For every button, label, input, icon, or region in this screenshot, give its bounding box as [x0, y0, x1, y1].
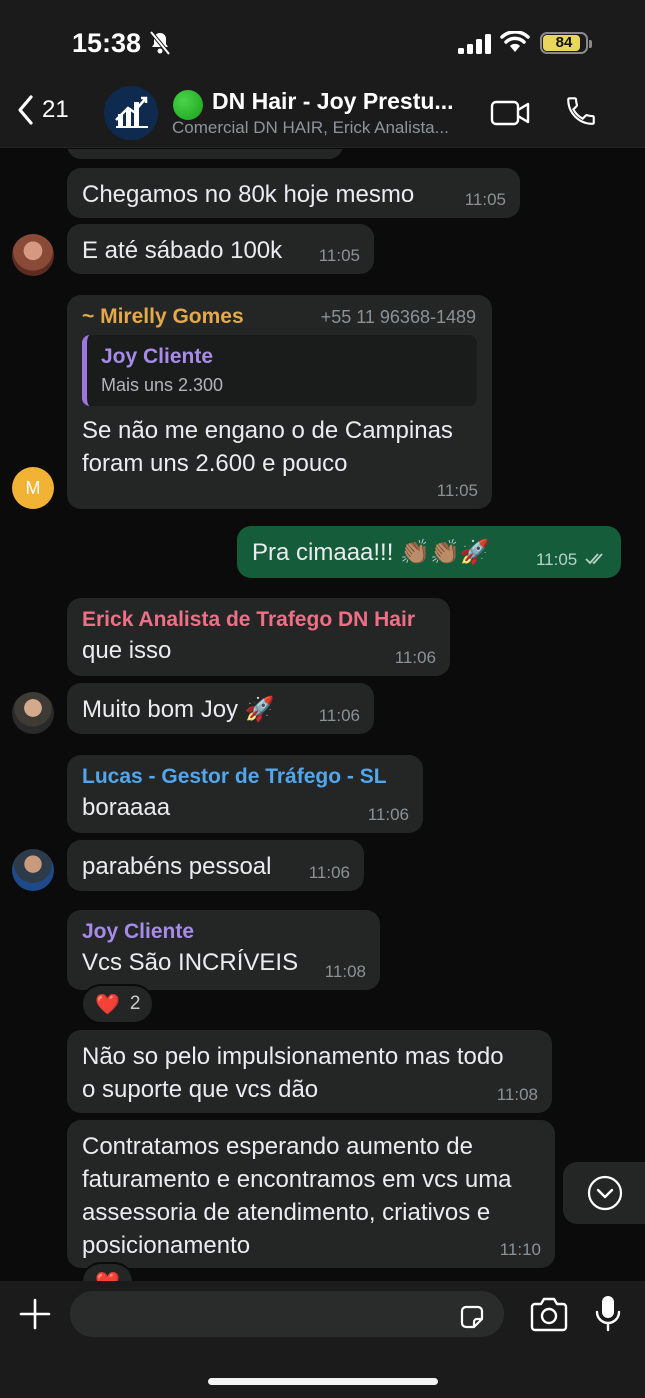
message-time: 11:06 — [394, 648, 436, 667]
group-avatar[interactable] — [104, 86, 158, 140]
chevron-down-icon — [587, 1175, 623, 1211]
quoted-text: Mais uns 2.300 — [101, 375, 224, 395]
video-icon[interactable] — [490, 98, 530, 128]
sticker-icon[interactable] — [458, 1303, 486, 1331]
message-text-line: foram uns 2.600 e pouco — [82, 450, 348, 477]
message-text-line: Se não me engano o de Campinas — [82, 417, 453, 444]
quoted-sender: Joy Cliente — [101, 345, 214, 368]
message-text: Vcs São INCRÍVEIS — [82, 949, 299, 976]
phone-icon[interactable] — [564, 94, 598, 128]
message-list[interactable]: Chegamos no 80k hoje mesmo 11:05 E até s… — [0, 149, 645, 1281]
battery-indicator: 84 — [540, 32, 592, 54]
message-bubble[interactable]: Muito bom Joy 🚀 11:06 — [67, 683, 374, 734]
message-time: 11:05 — [535, 550, 578, 569]
message-bubble[interactable]: Erick Analista de Trafego DN Hair que is… — [67, 598, 450, 676]
signal-icon — [458, 34, 491, 54]
camera-icon[interactable] — [528, 1297, 570, 1333]
message-input[interactable] — [70, 1291, 504, 1337]
message-bubble[interactable]: Contratamos esperando aumento de faturam… — [67, 1120, 555, 1268]
composer-bar — [0, 1281, 645, 1398]
message-time: 11:06 — [367, 805, 409, 824]
sender-phone: +55 11 96368-1489 — [320, 307, 476, 327]
back-button[interactable]: 21 — [16, 94, 69, 126]
status-time: 15:38 — [72, 28, 142, 58]
message-bubble[interactable]: Joy Cliente Vcs São INCRÍVEIS 11:08 — [67, 910, 380, 990]
message-text: Muito bom Joy 🚀 — [82, 696, 275, 723]
message-time: 11:06 — [318, 706, 360, 725]
message-time: 11:10 — [499, 1240, 541, 1259]
chevron-left-icon — [18, 95, 33, 125]
message-bubble[interactable]: E até sábado 100k 11:05 — [67, 224, 374, 274]
avatar[interactable]: M — [12, 467, 54, 509]
double-check-icon — [585, 553, 603, 565]
message-time: 11:08 — [324, 962, 366, 981]
green-circle-emoji — [173, 90, 203, 120]
avatar[interactable] — [12, 692, 54, 734]
message-time: 11:06 — [308, 863, 350, 882]
message-text-line: Não so pelo impulsionamento mas todo — [82, 1043, 504, 1070]
microphone-icon[interactable] — [594, 1294, 622, 1334]
bell-slash-icon — [149, 30, 171, 56]
sender-name[interactable]: Lucas - Gestor de Tráfego - SL — [82, 765, 408, 789]
message-bubble[interactable] — [67, 149, 343, 159]
message-bubble[interactable]: parabéns pessoal 11:06 — [67, 840, 364, 891]
message-text-line: assessoria de atendimento, criativos e — [82, 1199, 491, 1226]
heart-emoji: ❤️ — [95, 1270, 120, 1282]
chat-header: 21 DN Hair - Joy Prestu... Comercial DN … — [0, 80, 645, 148]
message-meta: 11:05 — [536, 550, 607, 570]
message-bubble[interactable]: Não so pelo impulsionamento mas todo o s… — [67, 1030, 552, 1113]
chat-title[interactable]: DN Hair - Joy Prestu... — [212, 88, 454, 115]
plus-icon[interactable] — [18, 1297, 52, 1331]
unread-count: 21 — [42, 96, 69, 123]
message-text-line: o suporte que vcs dão — [82, 1076, 319, 1103]
reaction-pill[interactable]: ❤️ 2 — [81, 984, 155, 1024]
heart-emoji: ❤️ — [95, 993, 120, 1016]
message-time: 11:05 — [436, 481, 478, 500]
message-time: 11:05 — [318, 246, 360, 265]
message-bubble[interactable]: ~ Mirelly Gomes +55 11 96368-1489 Joy Cl… — [67, 295, 492, 509]
sender-name[interactable]: Joy Cliente — [82, 920, 365, 944]
message-bubble[interactable]: Lucas - Gestor de Tráfego - SL boraaaa 1… — [67, 755, 423, 833]
message-text: boraaaa — [82, 794, 171, 821]
message-text: que isso — [82, 637, 172, 664]
home-indicator — [208, 1378, 438, 1385]
sender-name[interactable]: Erick Analista de Trafego DN Hair — [82, 608, 435, 632]
message-text: Chegamos no 80k hoje mesmo — [82, 181, 415, 208]
quoted-message[interactable]: Joy Cliente Mais uns 2.300 — [82, 335, 477, 406]
avatar[interactable] — [12, 234, 54, 276]
battery-level: 84 — [555, 34, 573, 51]
scroll-to-bottom-button[interactable] — [563, 1162, 645, 1224]
message-text-line: faturamento e encontramos em vcs uma — [82, 1166, 512, 1193]
status-bar: 15:38 84 — [0, 0, 645, 80]
message-bubble[interactable]: Chegamos no 80k hoje mesmo 11:05 — [67, 168, 520, 218]
chat-participants[interactable]: Comercial DN HAIR, Erick Analista... — [172, 118, 449, 138]
message-text-line: posicionamento — [82, 1232, 251, 1259]
avatar[interactable] — [12, 849, 54, 891]
message-time: 11:05 — [464, 190, 506, 209]
message-time: 11:08 — [496, 1085, 538, 1104]
message-text-line: Contratamos esperando aumento de — [82, 1133, 473, 1160]
message-text: E até sábado 100k — [82, 237, 283, 264]
wifi-icon — [500, 31, 530, 52]
reaction-count: 2 — [129, 993, 141, 1014]
outgoing-message-bubble[interactable]: Pra cimaaa!!! 👏🏽👏🏽🚀 11:05 — [237, 526, 621, 578]
